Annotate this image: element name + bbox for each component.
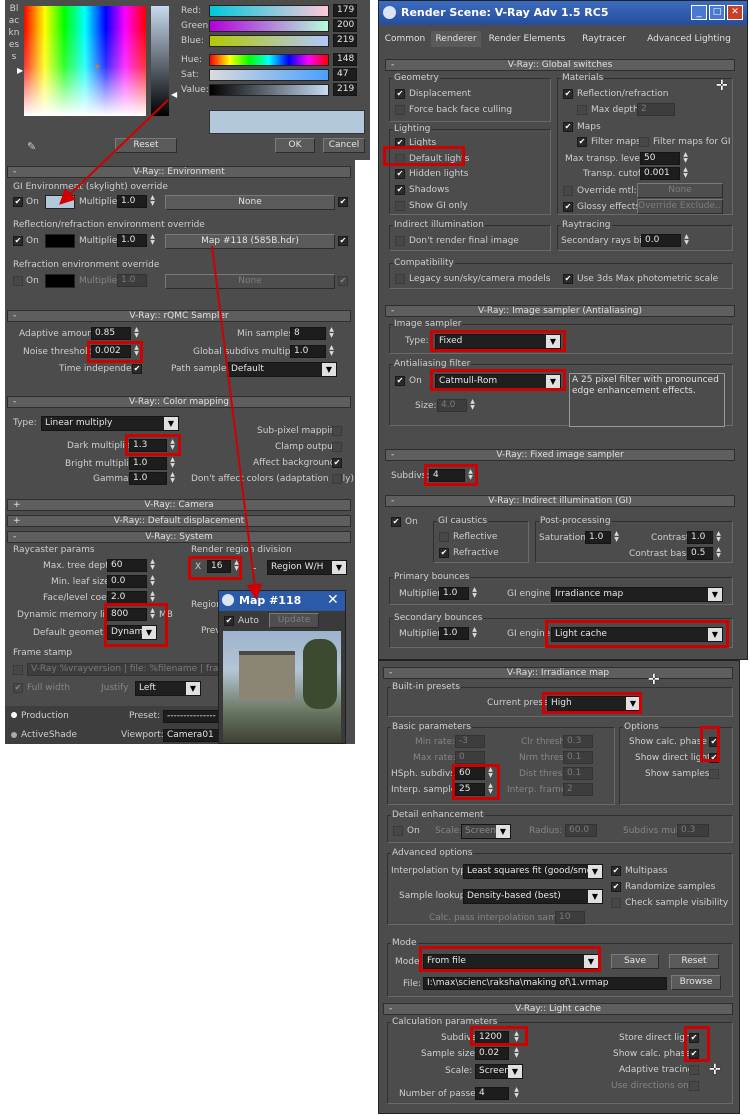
arrow-color-to-swatch xyxy=(59,99,169,205)
annotation-arrows xyxy=(59,99,263,600)
arrow-refl-to-map xyxy=(211,245,263,600)
